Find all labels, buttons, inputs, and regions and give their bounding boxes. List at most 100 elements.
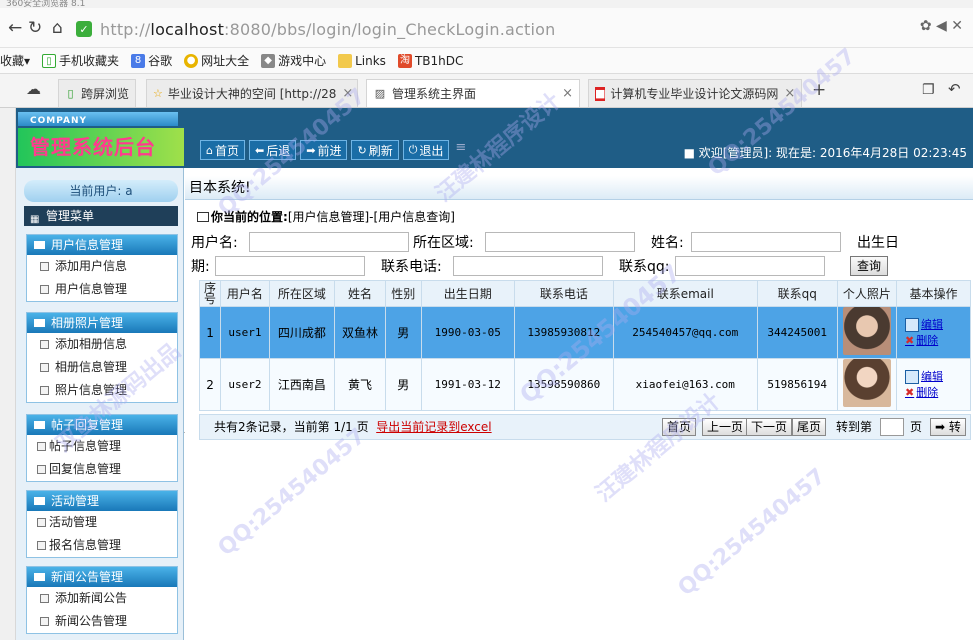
new-tab-icon[interactable]: +	[812, 80, 826, 100]
folder-icon	[338, 53, 353, 68]
phone-icon: ▯	[42, 53, 57, 68]
user-photo[interactable]	[842, 307, 891, 355]
bookmark-mobile[interactable]: ▯ 手机收藏夹	[42, 52, 119, 69]
prev-page-button[interactable]: 上一页	[702, 418, 749, 436]
column-header: 个人照片	[836, 280, 897, 307]
tab-strip: ☁ ▯ 跨屏浏览 ☆ 毕业设计大神的空间 [http://28 × ▨ 管理系统主界面 ×…	[0, 74, 973, 108]
sidebar-item-add-album[interactable]: 添加相册信息	[27, 333, 177, 356]
cell-email: 254540457@qq.com	[612, 306, 758, 359]
column-header: 性别	[384, 280, 422, 307]
group-header[interactable]: 帖子回复管理	[27, 415, 177, 435]
power-icon: ⏻	[408, 143, 418, 156]
url-field[interactable]: ✓ http://localhost:8080/bbs/login/login_…	[76, 16, 896, 42]
cell-phone: 13985930812	[513, 306, 614, 359]
bookmark-sites[interactable]: ● 网址大全	[184, 52, 249, 69]
extension-icon[interactable]: ✿ ◀ ✕	[920, 18, 963, 34]
phone-input[interactable]	[453, 256, 603, 276]
birth-label-cont: 期:	[191, 259, 210, 275]
sidebar-item-add-news[interactable]: 添加新闻公告	[27, 587, 177, 610]
first-page-button[interactable]: 首页	[662, 418, 697, 436]
column-header: 联系email	[612, 280, 758, 307]
delete-link[interactable]: ✖ 删除	[905, 385, 970, 401]
edit-link[interactable]: 编辑	[904, 369, 970, 385]
tab-cross-screen[interactable]: ▯ 跨屏浏览	[58, 79, 136, 107]
current-user: 当前用户: a	[24, 180, 178, 202]
admin-header: COMPANY 管理系统后台 ⌂ 首页 ⬅ 后退 ➡ 前进 ↻ 刷新 ⏻ 退出 ≡ ■ 欢…	[16, 108, 973, 168]
sidebar-item-user-manage[interactable]: 用户信息管理	[27, 278, 177, 301]
main-content: 目本系统! 你当前的位置:[用户信息管理]-[用户信息查询] 用户名: 所在区域…	[185, 168, 973, 640]
sidebar-item-album-manage[interactable]: 相册信息管理	[27, 356, 177, 379]
address-bar: ← ↻ ⌂ ✓ http://localhost:8080/bbs/login/…	[0, 8, 973, 48]
home-icon[interactable]: ⌂	[52, 18, 63, 38]
sidebar-item-signup-manage[interactable]: 报名信息管理	[27, 534, 177, 557]
tab-source-site[interactable]: ■ 计算机专业毕业设计论文源码网 ×	[588, 79, 802, 107]
group-header[interactable]: 用户信息管理	[27, 235, 177, 255]
back-arrow-icon[interactable]: ←	[8, 18, 22, 38]
column-header: 出生日期	[420, 280, 515, 307]
bookmark-links[interactable]: Links	[338, 53, 386, 68]
name-input[interactable]	[691, 232, 841, 252]
sidebar-item-reply-manage[interactable]: 回复信息管理	[27, 458, 177, 481]
bookmark-google[interactable]: 8 谷歌	[131, 52, 172, 69]
cell-photo	[836, 306, 897, 359]
back-button[interactable]: ⬅ 后退	[249, 140, 297, 160]
delete-icon: ✖	[904, 385, 915, 399]
sidebar-item-activity-manage[interactable]: 活动管理	[27, 511, 177, 534]
table-header-row: 序号 用户名 所在区域 姓名 性别 出生日期 联系电话 联系email 联系qq…	[198, 280, 972, 307]
sidebar-item-add-user[interactable]: 添加用户信息	[27, 255, 177, 278]
column-header: 序号	[198, 280, 222, 307]
column-header: 联系qq	[756, 280, 838, 307]
sidebar-item-photo-manage[interactable]: 照片信息管理	[27, 379, 177, 402]
bookmark-tb[interactable]: 淘 TB1hDC	[397, 53, 463, 68]
birth-input[interactable]	[215, 256, 365, 276]
last-page-button[interactable]: 尾页	[792, 418, 827, 436]
window-icon[interactable]: ❐	[922, 82, 935, 98]
logout-button[interactable]: ⏻ 退出	[402, 140, 450, 160]
table-row[interactable]: 1 user1 四川成都 双鱼林 男 1990-03-05 1398593081…	[198, 306, 972, 359]
scrolling-notice: 目本系统!	[185, 176, 973, 200]
page-number-input[interactable]	[880, 418, 904, 436]
cloud-icon[interactable]: ☁	[26, 80, 41, 98]
sidebar-item-post-manage[interactable]: 帖子信息管理	[27, 435, 177, 458]
group-header[interactable]: 相册照片管理	[27, 313, 177, 333]
record-summary: 共有2条记录，当前第 1/1 页	[214, 420, 369, 434]
table-row[interactable]: 2 user2 江西南昌 黄飞 男 1991-03-12 13598590860…	[198, 358, 972, 411]
bookmark-games[interactable]: ◆ 游戏中心	[261, 52, 326, 69]
cell-ops: 编辑 ✖ 删除	[895, 306, 972, 359]
forward-button[interactable]: ➡ 前进	[300, 140, 348, 160]
toolbar: ⌂ 首页 ⬅ 后退 ➡ 前进 ↻ 刷新 ⏻ 退出 ≡	[200, 140, 466, 160]
group-header[interactable]: 活动管理	[27, 491, 177, 511]
home-button[interactable]: ⌂ 首页	[200, 140, 245, 160]
document-icon	[40, 285, 49, 294]
folder-icon	[34, 241, 45, 249]
refresh-icon[interactable]: ↻	[28, 18, 42, 38]
breadcrumb: 你当前的位置:[用户信息管理]-[用户信息查询]	[195, 206, 973, 228]
cell-no: 1	[198, 306, 222, 359]
delete-link[interactable]: ✖ 删除	[905, 333, 970, 349]
go-button[interactable]: ➡ 转	[930, 418, 966, 436]
user-photo[interactable]	[842, 359, 891, 407]
document-icon	[37, 442, 46, 451]
tab-admin-main[interactable]: ▨ 管理系统主界面 ×	[366, 79, 580, 107]
area-input[interactable]	[485, 232, 635, 252]
bookmark-favorites[interactable]: 收藏 ▾	[0, 52, 30, 69]
export-excel-link[interactable]: 导出当前记录到excel	[376, 420, 491, 434]
home-icon: ⌂	[206, 143, 213, 157]
cell-name: 黄飞	[334, 358, 386, 411]
folder-icon	[34, 573, 45, 581]
group-album: 相册照片管理 添加相册信息 相册信息管理 照片信息管理	[26, 312, 178, 403]
refresh-button[interactable]: ↻ 刷新	[351, 140, 399, 160]
document-icon	[40, 262, 49, 271]
next-page-button[interactable]: 下一页	[746, 418, 793, 436]
edit-link[interactable]: 编辑	[904, 317, 970, 333]
tab-blog[interactable]: ☆ 毕业设计大神的空间 [http://28 ×	[146, 79, 358, 107]
document-icon	[40, 594, 49, 603]
refresh-icon: ↻	[357, 143, 367, 157]
group-header[interactable]: 新闻公告管理	[27, 567, 177, 587]
query-button[interactable]: 查询	[850, 256, 888, 276]
browser-title-bar: 360安全浏览器 8.1	[0, 0, 973, 8]
sidebar-item-news-manage[interactable]: 新闻公告管理	[27, 610, 177, 633]
qq-input[interactable]	[675, 256, 825, 276]
username-input[interactable]	[249, 232, 409, 252]
undo-icon[interactable]: ↶	[948, 80, 961, 98]
